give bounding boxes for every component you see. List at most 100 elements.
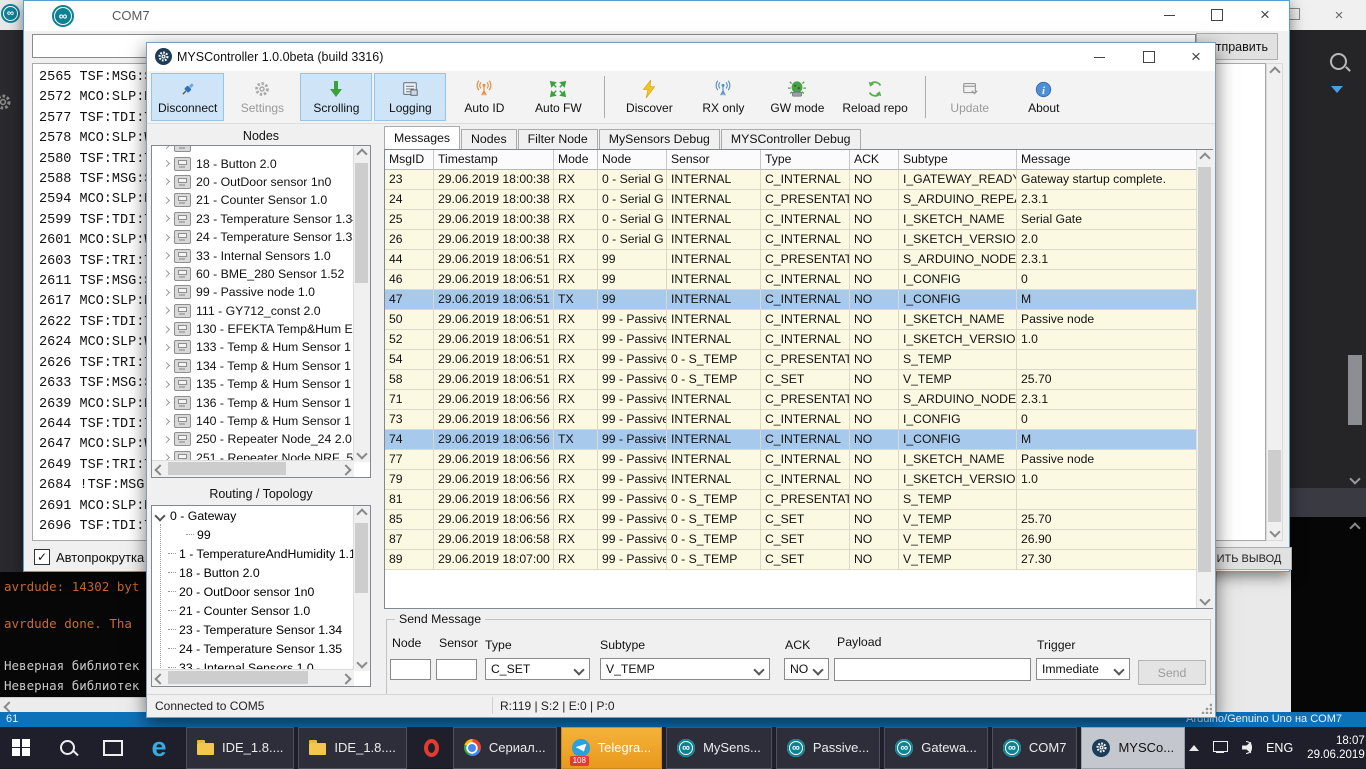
nodes-tree[interactable]: 18 - Button 2.0 20 - OutDoor sensor 1n0 … — [151, 145, 371, 478]
tab[interactable]: MYSController Debug — [721, 129, 861, 149]
node-field[interactable] — [390, 659, 431, 680]
column-header[interactable]: Subtype — [899, 150, 1017, 170]
expand-icon[interactable] — [163, 145, 170, 149]
taskbar-item-gateway[interactable]: ∞Gatewa... — [884, 727, 988, 769]
tree-item[interactable]: 136 - Temp & Hum Sensor 1 — [152, 393, 370, 411]
scrollbar-thumb[interactable] — [168, 462, 286, 475]
table-row[interactable]: 87 29.06.2019 18:06:58 RX 99 - Passive 0… — [385, 530, 1196, 550]
expand-icon[interactable] — [163, 270, 170, 277]
collapse-icon[interactable] — [154, 510, 165, 521]
subtype-select[interactable]: V_TEMP — [600, 658, 770, 680]
table-row[interactable]: 47 29.06.2019 18:06:51 TX 99 INTERNAL C_… — [385, 290, 1196, 310]
column-header[interactable]: Type — [761, 150, 850, 170]
table-row[interactable]: 54 29.06.2019 18:06:51 RX 99 - Passive 0… — [385, 350, 1196, 370]
tree-item[interactable]: 23 - Temperature Sensor 1.34 — [152, 620, 370, 639]
expand-icon[interactable] — [163, 289, 170, 296]
column-header[interactable]: Timestamp — [434, 150, 554, 170]
table-row[interactable]: 26 29.06.2019 18:00:38 RX 0 - Serial G I… — [385, 230, 1196, 250]
tree-item[interactable]: 23 - Temperature Sensor 1.34 — [152, 210, 370, 228]
routing-vertical-scrollbar[interactable] — [353, 506, 370, 671]
payload-field[interactable] — [834, 658, 1031, 681]
autoscroll-checkbox[interactable]: ✓ Автопрокрутка — [34, 549, 144, 565]
scroll-down-icon[interactable] — [356, 657, 367, 668]
tree-item[interactable]: 21 - Counter Sensor 1.0 — [152, 601, 370, 620]
scroll-up-icon[interactable] — [1269, 66, 1280, 77]
table-row[interactable]: 58 29.06.2019 18:06:51 RX 99 - Passive 0… — [385, 370, 1196, 390]
start-button[interactable] — [0, 727, 42, 768]
settings-button[interactable]: Settings — [226, 73, 298, 121]
clear-output-button[interactable]: ИТЬ ВЫВОД — [1206, 547, 1292, 570]
table-header[interactable]: MsgID Timestamp Mode Node Sensor Type AC… — [385, 150, 1212, 170]
serial-scrollbar[interactable] — [1266, 63, 1283, 541]
expand-icon[interactable] — [163, 326, 170, 333]
tree-item[interactable]: 130 - EFEKTA Temp&Hum E — [152, 320, 370, 338]
ide-scrollbar-thumb[interactable] — [1348, 355, 1362, 425]
maximize-button[interactable] — [1200, 1, 1234, 29]
scroll-down-icon[interactable] — [1269, 526, 1280, 537]
taskbar-item-folder1[interactable]: IDE_1.8.... — [186, 727, 294, 769]
table-vertical-scrollbar[interactable] — [1196, 150, 1213, 608]
tree-item[interactable]: 99 - Passive node 1.0 — [152, 283, 370, 301]
taskbar-item-folder2[interactable]: IDE_1.8.... — [298, 727, 406, 769]
logging-button[interactable]: Logging — [374, 73, 446, 121]
table-row[interactable]: 46 29.06.2019 18:06:51 RX 99 INTERNAL C_… — [385, 270, 1196, 290]
search-button[interactable] — [46, 727, 88, 768]
app-titlebar[interactable]: MYSController 1.0.0beta (build 3316) × — [147, 43, 1215, 71]
tray-expand-icon[interactable] — [1189, 745, 1199, 751]
table-row[interactable]: 50 29.06.2019 18:06:51 RX 99 - Passive I… — [385, 310, 1196, 330]
table-row[interactable]: 24 29.06.2019 18:00:38 RX 0 - Serial G I… — [385, 190, 1196, 210]
tree-item[interactable]: 111 - GY712_const 2.0 — [152, 302, 370, 320]
scroll-down-icon[interactable] — [356, 448, 367, 459]
column-header[interactable]: Node — [598, 150, 667, 170]
scrolling-button[interactable]: Scrolling — [300, 73, 372, 121]
disconnect-button[interactable]: Disconnect — [151, 73, 224, 121]
scroll-right-icon[interactable] — [340, 673, 351, 684]
tree-item[interactable]: 18 - Button 2.0 — [152, 563, 370, 582]
expand-icon[interactable] — [163, 362, 170, 369]
tree-item[interactable]: 140 - Temp & Hum Sensor 1 — [152, 412, 370, 430]
scroll-up-icon[interactable] — [356, 148, 367, 159]
table-row[interactable]: 52 29.06.2019 18:06:51 RX 99 - Passive I… — [385, 330, 1196, 350]
dropdown-triangle-icon[interactable] — [1331, 86, 1343, 93]
close-button[interactable]: × — [1179, 43, 1213, 71]
taskbar-item-myscontroller[interactable]: MYSCo... — [1081, 727, 1185, 769]
tree-item[interactable]: 250 - Repeater Node_24 2.0 — [152, 430, 370, 448]
tree-item[interactable]: 99 — [152, 525, 370, 544]
tab[interactable]: Nodes — [461, 129, 517, 149]
expand-icon[interactable] — [163, 399, 170, 406]
tab[interactable]: Messages — [384, 126, 460, 149]
auto-fw-button[interactable]: Auto FW — [522, 73, 594, 121]
table-row[interactable]: 79 29.06.2019 18:06:56 RX 99 - Passive I… — [385, 470, 1196, 490]
table-row[interactable]: 25 29.06.2019 18:00:38 RX 0 - Serial G I… — [385, 210, 1196, 230]
routing-tree[interactable]: 0 - Gateway 99 1 - TemperatureAndHumidit… — [151, 505, 371, 687]
tree-item[interactable]: 20 - OutDoor sensor 1n0 — [152, 582, 370, 601]
scrollbar-thumb[interactable] — [168, 671, 308, 684]
expand-icon[interactable] — [163, 381, 170, 388]
expand-icon[interactable] — [163, 436, 170, 443]
tree-item[interactable]: 18 - Button 2.0 — [152, 154, 370, 172]
expand-icon[interactable] — [163, 307, 170, 314]
nodes-horizontal-scrollbar[interactable] — [152, 460, 354, 477]
taskbar-item-telegram[interactable]: 108 Telegra... — [561, 727, 662, 769]
expand-icon[interactable] — [163, 344, 170, 351]
ack-select[interactable]: NO — [784, 658, 829, 680]
scroll-up-icon[interactable] — [356, 508, 367, 519]
close-icon[interactable]: × — [1322, 1, 1356, 29]
reload-repo-button[interactable]: Reload repo — [835, 73, 914, 121]
type-select[interactable]: C_SET — [485, 658, 590, 680]
auto-id-button[interactable]: Auto ID — [448, 73, 520, 121]
table-row[interactable]: 77 29.06.2019 18:06:56 RX 99 - Passive I… — [385, 450, 1196, 470]
tree-item[interactable]: 0 - Gateway — [152, 506, 370, 525]
checkbox-checked-icon[interactable]: ✓ — [34, 549, 50, 565]
rx-only-button[interactable]: RX only — [687, 73, 759, 121]
trigger-select[interactable]: Immediate — [1036, 658, 1130, 680]
scrollbar-thumb[interactable] — [1268, 450, 1281, 522]
tree-item[interactable]: 133 - Temp & Hum Sensor 1 — [152, 338, 370, 356]
table-row[interactable]: 71 29.06.2019 18:06:56 RX 99 - Passive I… — [385, 390, 1196, 410]
scroll-left-icon[interactable] — [3, 701, 14, 712]
table-row[interactable]: 73 29.06.2019 18:06:56 RX 99 - Passive I… — [385, 410, 1196, 430]
table-row[interactable]: 23 29.06.2019 18:00:38 RX 0 - Serial G I… — [385, 170, 1196, 190]
tree-item[interactable]: 24 - Temperature Sensor 1.35 — [152, 639, 370, 658]
discover-button[interactable]: Discover — [613, 73, 685, 121]
scroll-right-icon[interactable] — [340, 464, 351, 475]
